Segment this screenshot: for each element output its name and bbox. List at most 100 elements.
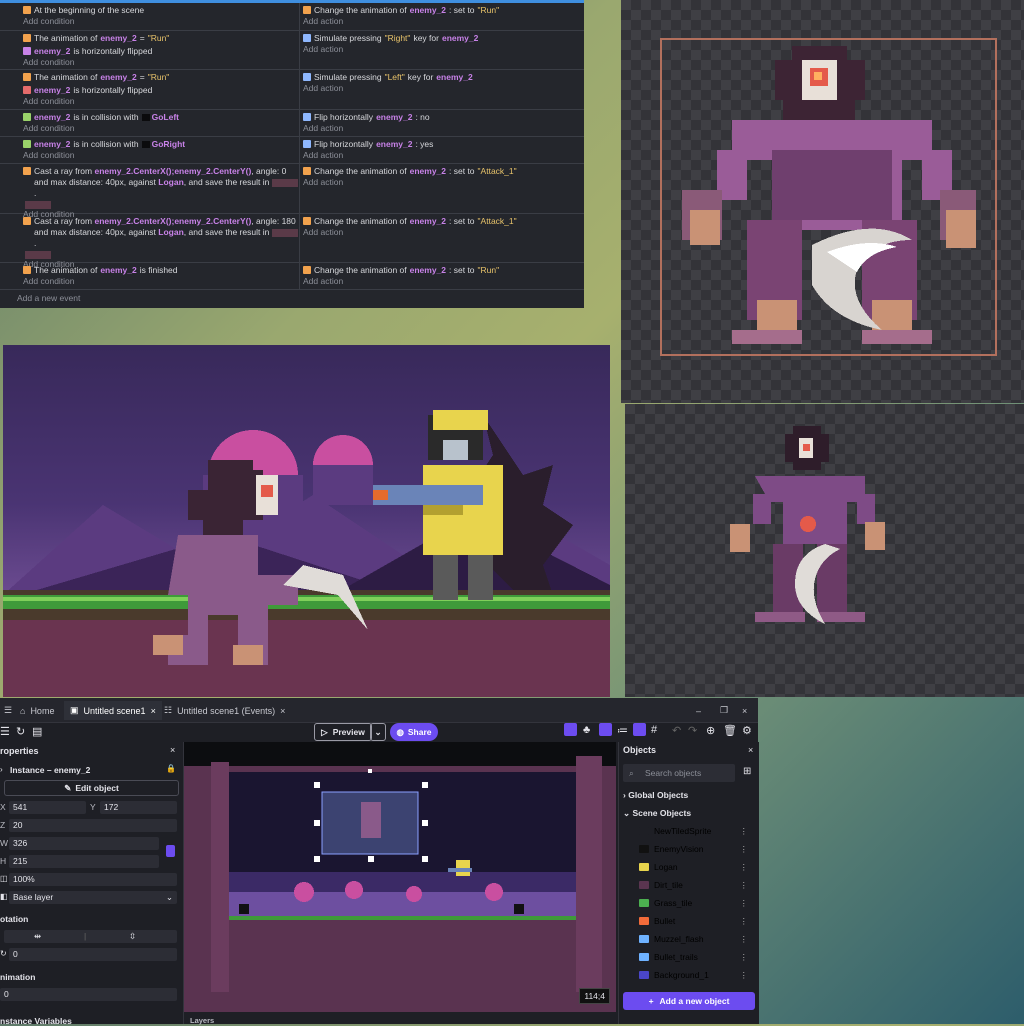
minimize-icon[interactable]: – bbox=[690, 701, 707, 720]
event-row[interactable]: The animation of enemy_2 = "Run" enemy_2 is … bbox=[0, 70, 584, 110]
expression-chip[interactable]: enemy_2.CenterX();enemy_2.CenterY() bbox=[94, 166, 251, 176]
more-icon[interactable]: ⋮ bbox=[740, 970, 749, 981]
objects-group-icon[interactable]: ♣ bbox=[583, 724, 590, 736]
more-icon[interactable]: ⋮ bbox=[740, 880, 749, 891]
add-condition-link[interactable]: Add condition bbox=[20, 276, 299, 287]
object-chip[interactable]: enemy_2 bbox=[100, 72, 136, 83]
add-condition-link[interactable]: Add condition bbox=[20, 57, 299, 68]
save-icon[interactable]: ▤ bbox=[32, 725, 42, 738]
trash-icon[interactable]: 🗑 bbox=[723, 724, 737, 737]
object-chip[interactable]: enemy_2 bbox=[410, 166, 446, 177]
add-action-link[interactable]: Add action bbox=[300, 16, 584, 27]
scene-objects-header[interactable]: ⌄ Scene Objects bbox=[623, 808, 691, 819]
event-row[interactable]: enemy_2 is in collision with GoRight Add c… bbox=[0, 137, 584, 164]
more-icon[interactable]: ⋮ bbox=[740, 952, 749, 963]
scene-canvas[interactable]: 114;4 bbox=[184, 742, 616, 1012]
add-event-link[interactable]: Add a new event bbox=[17, 293, 80, 303]
edit-object-button[interactable]: ✎ Edit object bbox=[4, 780, 179, 796]
event-actions[interactable]: Simulate pressing "Left" key for enemy_2 Ad… bbox=[300, 70, 584, 109]
event-conditions[interactable]: The animation of enemy_2 = "Run" enemy_2 is … bbox=[20, 31, 300, 69]
more-icon[interactable]: ⋮ bbox=[740, 916, 749, 927]
history-icon[interactable]: ↻ bbox=[16, 725, 25, 738]
event-conditions[interactable]: The animation of enemy_2 = "Run" enemy_2 is … bbox=[20, 70, 300, 109]
event-row[interactable]: Cast a ray from enemy_2.CenterX();enemy_… bbox=[0, 214, 584, 269]
add-new-object-button[interactable]: + Add a new object bbox=[623, 992, 755, 1010]
layers-icon[interactable] bbox=[633, 723, 646, 736]
object-item[interactable]: EnemyVision ⋮ bbox=[624, 840, 754, 858]
x-field[interactable]: 541 bbox=[9, 801, 86, 814]
event-actions[interactable]: Simulate pressing "Right" key for enemy_2 A… bbox=[300, 31, 584, 69]
redo-icon[interactable]: ↷ bbox=[688, 724, 697, 737]
event-conditions[interactable]: The animation of enemy_2 is finished Add c… bbox=[20, 263, 300, 289]
object-item[interactable]: NewTiledSprite ⋮ bbox=[624, 822, 754, 840]
more-icon[interactable]: ⋮ bbox=[740, 844, 749, 855]
add-action-link[interactable]: Add action bbox=[300, 150, 584, 161]
add-condition-link[interactable]: Add condition bbox=[20, 16, 299, 27]
width-field[interactable]: 326 bbox=[9, 837, 159, 850]
object-chip[interactable]: enemy_2 bbox=[34, 85, 70, 96]
object-chip[interactable]: GoLeft bbox=[152, 112, 179, 122]
undo-icon[interactable]: ↶ bbox=[672, 724, 681, 737]
settings-icon[interactable]: ⚙ bbox=[742, 724, 752, 737]
event-actions[interactable]: Flip horizontally enemy_2: no Add action bbox=[300, 110, 584, 136]
flip-horizontal-icon[interactable]: ⇹ bbox=[34, 930, 41, 943]
add-action-link[interactable]: Add action bbox=[300, 123, 584, 134]
object-item[interactable]: Background_1 ⋮ bbox=[624, 966, 754, 984]
object-chip[interactable]: enemy_2 bbox=[34, 139, 70, 150]
cube-icon[interactable] bbox=[564, 723, 577, 736]
object-chip[interactable]: enemy_2 bbox=[410, 265, 446, 276]
close-icon[interactable]: × bbox=[151, 706, 156, 716]
lock-icon[interactable]: 🔒 bbox=[166, 764, 176, 773]
animation-field[interactable]: 0 bbox=[0, 988, 177, 1001]
object-chip[interactable]: enemy_2 bbox=[100, 33, 136, 44]
height-field[interactable]: 215 bbox=[9, 855, 159, 868]
object-item[interactable]: Grass_tile ⋮ bbox=[624, 894, 754, 912]
z-field[interactable]: 20 bbox=[9, 819, 177, 832]
close-icon[interactable]: × bbox=[280, 706, 285, 716]
close-window-icon[interactable]: × bbox=[736, 701, 753, 720]
opacity-field[interactable]: 100% bbox=[9, 873, 177, 886]
add-condition-link[interactable]: Add condition bbox=[20, 150, 299, 161]
object-chip[interactable]: enemy_2 bbox=[34, 112, 70, 123]
preview-dropdown[interactable]: ⌄ bbox=[370, 723, 386, 741]
object-chip[interactable]: Logan bbox=[158, 227, 184, 237]
add-action-link[interactable]: Add action bbox=[300, 276, 584, 287]
event-row[interactable]: At the beginning of the scene Add condit… bbox=[0, 3, 584, 31]
object-item[interactable]: Dirt_tile ⋮ bbox=[624, 876, 754, 894]
maximize-icon[interactable]: ❐ bbox=[714, 701, 734, 720]
object-chip[interactable]: enemy_2 bbox=[376, 139, 412, 150]
share-button[interactable]: ◍ Share bbox=[390, 723, 438, 741]
object-chip[interactable]: enemy_2 bbox=[100, 265, 136, 276]
object-item[interactable]: Muzzel_flash ⋮ bbox=[624, 930, 754, 948]
variable-placeholder[interactable] bbox=[271, 228, 298, 237]
list-icon[interactable]: ☰ bbox=[0, 725, 10, 738]
list-view-icon[interactable]: ≔ bbox=[617, 724, 628, 737]
more-icon[interactable]: ⋮ bbox=[740, 898, 749, 909]
add-action-link[interactable]: Add action bbox=[300, 83, 584, 94]
variable-placeholder[interactable] bbox=[271, 178, 298, 187]
object-chip[interactable]: GoRight bbox=[152, 139, 186, 149]
event-row[interactable]: The animation of enemy_2 = "Run" enemy_2 is … bbox=[0, 31, 584, 70]
event-actions[interactable]: Flip horizontally enemy_2: yes Add action bbox=[300, 137, 584, 163]
object-item[interactable]: Logan ⋮ bbox=[624, 858, 754, 876]
flip-vertical-icon[interactable]: ⇳ bbox=[129, 930, 136, 943]
close-icon[interactable]: × bbox=[170, 745, 175, 755]
add-condition-link[interactable]: Add condition bbox=[20, 123, 299, 134]
zoom-icon[interactable]: ⊕ bbox=[706, 724, 715, 737]
tab-events[interactable]: ☷ Untitled scene1 (Events) × bbox=[158, 701, 291, 720]
add-folder-icon[interactable]: ⊞ bbox=[743, 766, 751, 777]
event-actions[interactable]: Change the animation of enemy_2: set to "R… bbox=[300, 3, 584, 30]
object-item[interactable]: Bullet_trails ⋮ bbox=[624, 948, 754, 966]
more-icon[interactable]: ⋮ bbox=[740, 826, 749, 837]
add-action-link[interactable]: Add action bbox=[300, 44, 584, 55]
more-icon[interactable]: ⋮ bbox=[740, 862, 749, 873]
object-chip[interactable]: enemy_2 bbox=[442, 33, 478, 44]
link-icon[interactable] bbox=[166, 845, 175, 857]
y-field[interactable]: 172 bbox=[100, 801, 177, 814]
chevron-icon[interactable]: › bbox=[0, 765, 3, 774]
event-actions[interactable]: Change the animation of enemy_2: set to "A… bbox=[300, 214, 584, 262]
event-row[interactable]: enemy_2 is in collision with GoLeft Add co… bbox=[0, 110, 584, 137]
event-row[interactable]: The animation of enemy_2 is finished Add c… bbox=[0, 263, 584, 290]
object-chip[interactable]: enemy_2 bbox=[436, 72, 472, 83]
event-conditions[interactable]: enemy_2 is in collision with GoRight Add c… bbox=[20, 137, 300, 163]
